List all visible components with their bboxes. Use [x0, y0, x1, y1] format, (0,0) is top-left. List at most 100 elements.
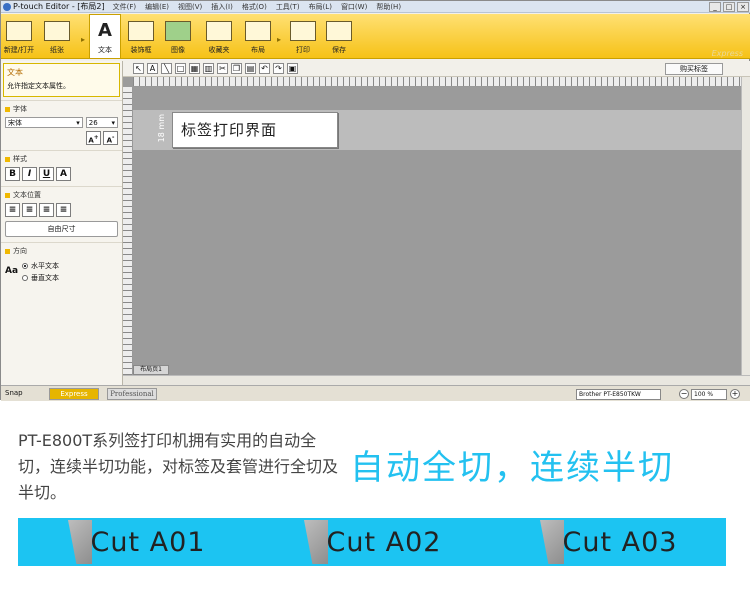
- layout-canvas[interactable]: 标签打印界面 18 mm 布局页1: [123, 77, 741, 375]
- new-open-button[interactable]: 新建/打开: [1, 14, 37, 58]
- vertical-scrollbar[interactable]: [741, 77, 750, 375]
- snap-toggle[interactable]: Snap: [5, 389, 23, 397]
- line-tool-icon[interactable]: ╲: [161, 63, 172, 74]
- cut-icon[interactable]: ✂: [217, 63, 228, 74]
- vertical-ruler: [123, 87, 133, 375]
- chevron-down-icon: ▾: [76, 118, 80, 127]
- section-bullet-icon: [5, 106, 10, 112]
- underline-button[interactable]: U: [39, 167, 54, 181]
- menu-file[interactable]: 文件(F): [113, 2, 137, 12]
- tip-title: 文本: [7, 68, 23, 77]
- save-button[interactable]: 保存: [321, 14, 357, 58]
- page-curl-icon: [540, 520, 564, 564]
- menu-tools[interactable]: 工具(T): [276, 2, 300, 12]
- ptouch-editor-window: P-touch Editor - [布局2] 文件(F) 编辑(E) 视图(V)…: [0, 0, 750, 401]
- zoom-select[interactable]: 100 %: [691, 389, 727, 400]
- professional-mode-tab[interactable]: Professional: [107, 388, 157, 400]
- text-tool-icon[interactable]: A: [147, 63, 158, 74]
- text-position-section: 文本位置 ≡ ≡ ≡ ≡ 自由尺寸: [1, 186, 122, 239]
- table-icon[interactable]: ▦: [189, 63, 200, 74]
- section-bullet-icon: [5, 156, 10, 162]
- express-mode-tab[interactable]: Express: [49, 388, 99, 400]
- page-curl-icon: [304, 520, 328, 564]
- favorites-icon: [206, 21, 232, 41]
- font-size-select[interactable]: 26 ▾: [85, 117, 118, 128]
- grow-font-button[interactable]: A+: [86, 131, 101, 145]
- redo-icon[interactable]: ↷: [273, 63, 284, 74]
- menu-format[interactable]: 格式(O): [242, 2, 267, 12]
- image-button[interactable]: 图像: [161, 14, 195, 58]
- database-icon[interactable]: ▣: [287, 63, 298, 74]
- menu-window[interactable]: 窗口(W): [341, 2, 367, 12]
- page-curl-icon: [68, 520, 92, 564]
- free-size-button[interactable]: 自由尺寸: [5, 221, 118, 237]
- ribbon-toolbar: 新建/打开 纸张 ▸ A 文本 装饰框 图像 收藏夹 布局 ▸ 打印 保存 Exp…: [1, 14, 750, 59]
- font-section: 字体 宋体 ▾ 26 ▾ A+ A-: [1, 100, 122, 147]
- style-section: 样式 B I U A: [1, 150, 122, 183]
- layout-button[interactable]: 布局: [243, 14, 273, 58]
- cut-samples-bar: Cut A01 Cut A02 Cut A03: [18, 518, 726, 566]
- bold-button[interactable]: B: [5, 167, 20, 181]
- floppy-icon: [326, 21, 352, 41]
- direction-section: 方向 Aa 水平文本 垂直文本: [1, 242, 122, 285]
- promo-description: PT-E800T系列签打印机拥有实用的自动全切，连续半切功能，对标签及套管进行全…: [18, 431, 339, 502]
- label-text[interactable]: 标签打印界面: [181, 119, 277, 140]
- align-center-icon[interactable]: ≡: [22, 203, 37, 217]
- favorites-button[interactable]: 收藏夹: [195, 14, 243, 58]
- vertical-text-radio[interactable]: 垂直文本: [22, 273, 59, 283]
- tape-size-label: 18 mm: [157, 114, 166, 143]
- app-icon: [3, 2, 11, 11]
- drawing-toolbar: ↖ A ╲ □ ▦ ▥ ✂ ❐ ▤ ↶ ↷ ▣ 购买标签: [123, 61, 750, 77]
- page-tab[interactable]: 布局页1: [133, 365, 169, 375]
- printer-icon: [290, 21, 316, 41]
- barcode-icon[interactable]: ▥: [203, 63, 214, 74]
- close-button[interactable]: ×: [737, 2, 749, 12]
- horizontal-scrollbar[interactable]: [123, 375, 750, 385]
- undo-icon[interactable]: ↶: [259, 63, 270, 74]
- status-bar: Snap Express Professional Brother PT-E85…: [1, 385, 750, 401]
- outline-button[interactable]: A: [56, 167, 71, 181]
- cut-sample: Cut A02: [254, 518, 490, 566]
- shape-tool-icon[interactable]: □: [175, 63, 186, 74]
- menu-bar: 文件(F) 编辑(E) 视图(V) 插入(I) 格式(O) 工具(T) 布局(L…: [113, 2, 401, 12]
- align-justify-icon[interactable]: ≡: [56, 203, 71, 217]
- tip-desc: 允许指定文本属性。: [7, 82, 70, 90]
- print-button[interactable]: 打印: [285, 14, 321, 58]
- menu-help[interactable]: 帮助(H): [376, 2, 401, 12]
- minimize-button[interactable]: _: [709, 2, 721, 12]
- ribbon-arrow-icon: ▸: [80, 35, 85, 44]
- new-open-icon: [6, 21, 32, 41]
- align-right-icon[interactable]: ≡: [39, 203, 54, 217]
- ribbon-arrow-icon-2: ▸: [276, 35, 281, 44]
- menu-edit[interactable]: 编辑(E): [145, 2, 169, 12]
- tip-box: 文本 允许指定文本属性。: [3, 63, 120, 97]
- frame-icon: [128, 21, 154, 41]
- printer-select[interactable]: Brother PT-E850TKW: [576, 389, 661, 400]
- image-icon: [165, 21, 191, 41]
- frame-button[interactable]: 装饰框: [121, 14, 161, 58]
- font-name-select[interactable]: 宋体 ▾: [5, 117, 83, 128]
- menu-insert[interactable]: 插入(I): [211, 2, 233, 12]
- italic-button[interactable]: I: [22, 167, 37, 181]
- zoom-in-icon[interactable]: +: [730, 389, 740, 399]
- paper-button[interactable]: 纸张: [37, 14, 77, 58]
- menu-layout[interactable]: 布局(L): [309, 2, 332, 12]
- paste-icon[interactable]: ▤: [245, 63, 256, 74]
- zoom-out-icon[interactable]: −: [679, 389, 689, 399]
- shrink-font-button[interactable]: A-: [103, 131, 118, 145]
- window-title: P-touch Editor - [布局2]: [13, 2, 105, 11]
- horizontal-text-radio[interactable]: 水平文本: [22, 261, 59, 271]
- section-bullet-icon: [5, 248, 10, 254]
- promo-headline: 自动全切，连续半切: [350, 448, 674, 488]
- paper-icon: [44, 21, 70, 41]
- text-button[interactable]: A 文本: [89, 14, 121, 58]
- title-bar: P-touch Editor - [布局2] 文件(F) 编辑(E) 视图(V)…: [1, 1, 750, 13]
- buy-labels-button[interactable]: 购买标签: [665, 63, 723, 75]
- copy-icon[interactable]: ❐: [231, 63, 242, 74]
- align-left-icon[interactable]: ≡: [5, 203, 20, 217]
- maximize-button[interactable]: □: [723, 2, 735, 12]
- menu-view[interactable]: 视图(V): [178, 2, 202, 12]
- layout-icon: [245, 21, 271, 41]
- select-arrow-icon[interactable]: ↖: [133, 63, 144, 74]
- text-direction-icon: Aa: [5, 266, 19, 276]
